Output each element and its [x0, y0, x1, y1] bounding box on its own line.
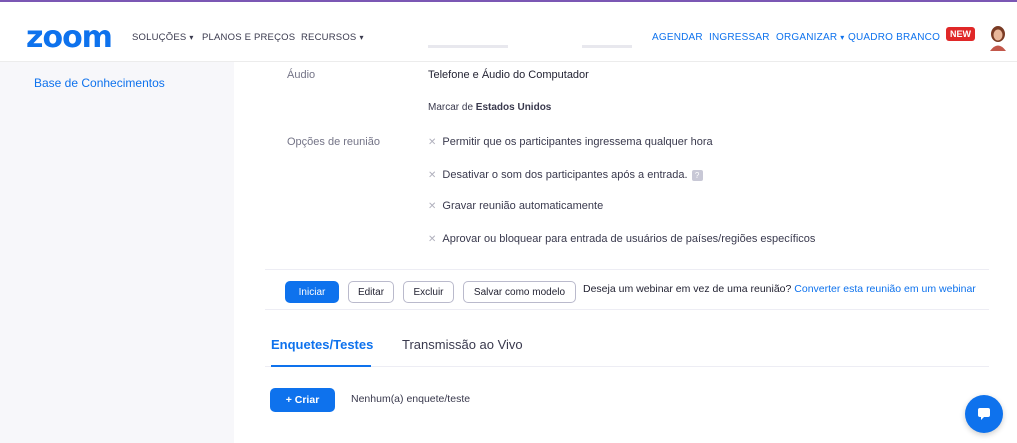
tab-bar-line: [265, 366, 989, 367]
chat-bubble-icon: [978, 408, 990, 420]
webinar-prompt: Deseja um webinar em vez de uma reunião?…: [583, 283, 976, 295]
sidebar-item-knowledge-base[interactable]: Base de Conhecimentos: [34, 76, 165, 90]
disabled-x-icon: ✕: [428, 137, 437, 148]
option-mute-on-entry: ✕ Desativar o som dos participantes após …: [428, 169, 703, 181]
disabled-x-icon: ✕: [428, 201, 437, 212]
dial-in-country: Estados Unidos: [475, 102, 552, 113]
tab-polls[interactable]: Enquetes/Testes: [271, 337, 373, 352]
nav-organizar[interactable]: ORGANIZAR ▾: [776, 32, 844, 43]
help-icon[interactable]: ?: [691, 169, 703, 181]
nav-recursos[interactable]: RECURSOS ▾: [301, 32, 364, 43]
background-text: ▬▬▬▬▬▬▬▬: [428, 40, 508, 51]
nav-ingressar[interactable]: INGRESSAR: [709, 32, 770, 43]
option-country-approval: ✕ Aprovar ou bloquear para entrada de usu…: [428, 233, 815, 245]
no-polls-text: Nenhum(a) enquete/teste: [351, 393, 471, 405]
meeting-options-label: Opções de reunião: [287, 136, 380, 148]
site-header: zoom SOLUÇÕES ▾ PLANOS E PREÇOS RECURSOS ▾…: [0, 2, 1017, 62]
divider: [265, 309, 989, 310]
active-tab-indicator: [271, 365, 371, 367]
audio-value: Telefone e Áudio do Computador: [428, 69, 589, 81]
webinar-question: Deseja um webinar em vez de uma reunião?: [583, 283, 792, 295]
start-button[interactable]: Iniciar: [285, 281, 339, 303]
option-auto-record: ✕ Gravar reunião automaticamente: [428, 200, 603, 212]
option-mute-on-entry-text: Desativar o som dos participantes após a…: [442, 169, 688, 181]
zoom-logo[interactable]: zoom: [26, 23, 113, 53]
disabled-x-icon: ✕: [428, 170, 437, 181]
background-text: ▬▬▬▬▬: [582, 40, 632, 51]
dial-in-prefix: Marcar de: [428, 102, 476, 113]
create-poll-button[interactable]: + Criar: [270, 388, 335, 412]
nav-solucoes[interactable]: SOLUÇÕES ▾: [132, 32, 194, 43]
disabled-x-icon: ✕: [428, 234, 437, 245]
nav-planos[interactable]: PLANOS E PREÇOS: [202, 32, 295, 43]
divider: [265, 269, 989, 270]
nav-planos-label: PLANOS E PREÇOS: [202, 32, 296, 43]
nav-agendar[interactable]: AGENDAR: [652, 32, 703, 43]
nav-quadro-branco[interactable]: QUADRO BRANCO: [848, 32, 940, 43]
dial-in-info: Marcar de Estados Unidos: [428, 102, 551, 113]
user-avatar-icon[interactable]: [988, 25, 1008, 51]
chevron-down-icon: ▾: [840, 33, 845, 42]
edit-button[interactable]: Editar: [348, 281, 394, 303]
sidebar: Base de Conhecimentos: [0, 62, 234, 443]
option-auto-record-text: Gravar reunião automaticamente: [442, 200, 604, 212]
nav-organizar-label: ORGANIZAR: [776, 32, 838, 43]
nav-solucoes-label: SOLUÇÕES: [132, 32, 187, 43]
option-join-anytime-text: Permitir que os participantes ingressema…: [442, 136, 713, 148]
audio-label: Áudio: [287, 69, 316, 81]
nav-quadro-branco-label: QUADRO BRANCO: [848, 32, 941, 43]
save-template-button[interactable]: Salvar como modelo: [463, 281, 576, 303]
option-country-approval-text: Aprovar ou bloquear para entrada de usuá…: [442, 233, 816, 245]
nav-ingressar-label: INGRESSAR: [709, 32, 770, 43]
option-join-anytime: ✕ Permitir que os participantes ingressem…: [428, 136, 713, 148]
chat-button[interactable]: [965, 395, 1003, 433]
nav-recursos-label: RECURSOS: [301, 32, 357, 43]
chevron-down-icon: ▾: [359, 33, 364, 42]
tab-live-streaming[interactable]: Transmissão ao Vivo: [402, 337, 523, 352]
chevron-down-icon: ▾: [189, 33, 194, 42]
convert-webinar-link[interactable]: Converter esta reunião em um webinar: [794, 283, 976, 295]
new-badge: NEW: [946, 27, 975, 41]
nav-agendar-label: AGENDAR: [652, 32, 703, 43]
delete-button[interactable]: Excluir: [403, 281, 454, 303]
